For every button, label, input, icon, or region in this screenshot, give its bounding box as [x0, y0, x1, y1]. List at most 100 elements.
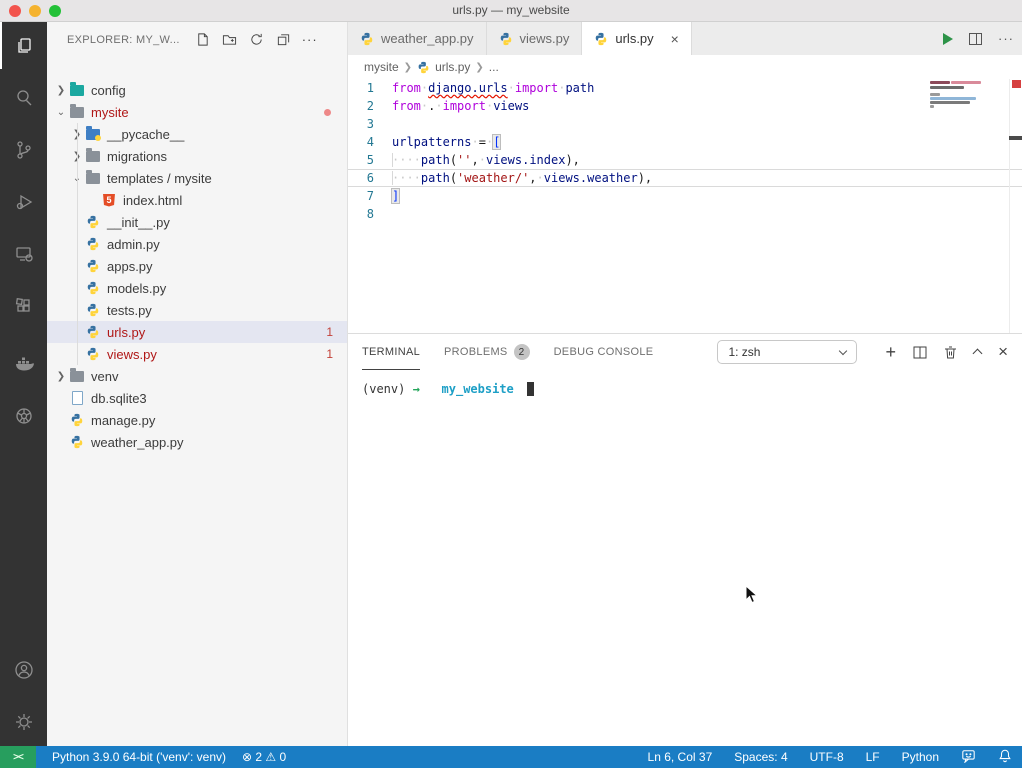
breadcrumb-symbol[interactable]: ... — [489, 60, 499, 74]
refresh-icon[interactable] — [248, 31, 266, 49]
source-control-icon[interactable] — [0, 126, 47, 173]
chevron-right-icon: ❯ — [53, 85, 69, 96]
tab-close-icon[interactable]: × — [671, 31, 679, 47]
python-file-icon — [417, 61, 430, 74]
problems-count-badge: 1 — [326, 347, 333, 361]
tree-item-mysite[interactable]: ⌄ mysite — [47, 101, 347, 123]
bottom-panel: TERMINAL PROBLEMS2 DEBUG CONSOLE 1: zsh … — [348, 333, 1022, 746]
indentation[interactable]: Spaces: 4 — [734, 750, 787, 764]
feedback-icon[interactable] — [961, 749, 976, 766]
mouse-cursor — [745, 585, 759, 610]
tree-item-init-py[interactable]: __init__.py — [47, 211, 347, 233]
folder-icon — [85, 170, 101, 186]
new-terminal-icon[interactable]: + — [886, 342, 897, 363]
tree-item-weather-app-py[interactable]: weather_app.py — [47, 431, 347, 453]
terminal[interactable]: (venv) → my_website — [362, 382, 534, 396]
code-line: 4 urlpatterns·=·[ — [348, 133, 1022, 151]
terminal-cursor — [527, 382, 534, 396]
python-file-icon — [360, 32, 374, 46]
minimap[interactable] — [930, 79, 1008, 123]
chevron-down-icon: ⌄ — [53, 107, 69, 118]
tab-views-py[interactable]: views.py — [487, 22, 583, 55]
html-icon: 5 — [101, 192, 117, 208]
tree-item-admin-py[interactable]: admin.py — [47, 233, 347, 255]
breadcrumb-separator: ❯ — [475, 62, 483, 73]
tab-debug-console[interactable]: DEBUG CONSOLE — [554, 334, 654, 370]
tree-item-index-html[interactable]: 5 index.html — [47, 189, 347, 211]
tree-item-migrations[interactable]: ❯ migrations — [47, 145, 347, 167]
remote-explorer-icon[interactable] — [0, 230, 47, 277]
python-file-icon — [69, 434, 85, 450]
extensions-icon[interactable] — [0, 282, 47, 329]
split-editor-icon[interactable] — [969, 33, 982, 45]
python-file-icon — [85, 324, 101, 340]
breadcrumb: mysite ❯ urls.py ❯ ... — [348, 55, 1022, 79]
folder-icon — [69, 104, 85, 120]
eol-sequence[interactable]: LF — [866, 750, 880, 764]
tree-item-templates-mysite[interactable]: ⌄ templates / mysite — [47, 167, 347, 189]
tree-item-tests-py[interactable]: tests.py — [47, 299, 347, 321]
explorer-title: EXPLORER: MY_W... — [67, 34, 180, 46]
accounts-icon[interactable] — [0, 646, 47, 693]
code-editor[interactable]: 1 from·django.urls·import·path 2 from·.·… — [348, 79, 1022, 356]
kubernetes-icon[interactable] — [0, 392, 47, 439]
panel-header: TERMINAL PROBLEMS2 DEBUG CONSOLE 1: zsh … — [348, 334, 1022, 370]
cursor-position[interactable]: Ln 6, Col 37 — [648, 750, 713, 764]
search-icon[interactable] — [0, 74, 47, 121]
python-file-icon — [85, 236, 101, 252]
tree-item-urls-py[interactable]: urls.py 1 — [47, 321, 347, 343]
tree-item-pycache[interactable]: ❯ __pycache__ — [47, 123, 347, 145]
tab-weather-app-py[interactable]: weather_app.py — [348, 22, 487, 55]
activity-bar — [0, 22, 47, 746]
tree-item-models-py[interactable]: models.py — [47, 277, 347, 299]
collapse-folders-icon[interactable] — [275, 31, 293, 49]
kill-terminal-icon[interactable] — [944, 345, 957, 359]
code-line-current: 6 ····path('weather/',·views.weather), — [348, 169, 1022, 187]
editor-group: weather_app.py views.py urls.py × ··· my… — [347, 22, 1022, 746]
run-button[interactable] — [943, 33, 953, 45]
docker-icon[interactable] — [0, 340, 47, 387]
python-file-icon — [594, 32, 608, 46]
folder-icon — [85, 148, 101, 164]
tree-item-manage-py[interactable]: manage.py — [47, 409, 347, 431]
breadcrumb-folder[interactable]: mysite — [364, 60, 399, 74]
settings-gear-icon[interactable] — [0, 698, 47, 745]
modified-dot-badge — [324, 109, 331, 116]
tab-problems[interactable]: PROBLEMS2 — [444, 334, 530, 370]
error-marker — [1012, 80, 1021, 88]
tree-item-venv[interactable]: ❯ venv — [47, 365, 347, 387]
tab-terminal[interactable]: TERMINAL — [362, 334, 420, 370]
shell-select[interactable]: 1: zsh — [717, 340, 857, 364]
maximize-panel-icon[interactable] — [974, 347, 981, 357]
problems-count-badge: 1 — [326, 325, 333, 339]
chevron-down-icon — [839, 346, 847, 354]
close-panel-icon[interactable]: × — [998, 342, 1008, 362]
tree-item-views-py[interactable]: views.py 1 — [47, 343, 347, 365]
remote-indicator[interactable]: >< — [0, 746, 36, 768]
breadcrumb-file[interactable]: urls.py — [435, 60, 470, 74]
new-folder-icon[interactable] — [221, 31, 239, 49]
chevron-right-icon: ❯ — [53, 371, 69, 382]
language-mode[interactable]: Python — [902, 750, 939, 764]
encoding[interactable]: UTF-8 — [810, 750, 844, 764]
problems-summary[interactable]: ⊗ 2 ⚠ 0 — [242, 750, 286, 764]
editor-more-actions-icon[interactable]: ··· — [998, 31, 1014, 46]
explorer-icon[interactable] — [0, 22, 47, 69]
explorer-more-actions-icon[interactable]: ··· — [302, 32, 318, 47]
code-line: 8 — [348, 205, 1022, 223]
python-interpreter[interactable]: Python 3.9.0 64-bit ('venv': venv) — [52, 750, 226, 764]
window-title: urls.py — my_website — [0, 3, 1022, 17]
tab-urls-py[interactable]: urls.py × — [582, 22, 691, 55]
notifications-bell-icon[interactable] — [998, 748, 1012, 766]
tree-item-db-sqlite3[interactable]: db.sqlite3 — [47, 387, 347, 409]
python-file-icon — [85, 214, 101, 230]
new-file-icon[interactable] — [194, 31, 212, 49]
tree-item-config[interactable]: ❯ config — [47, 79, 347, 101]
split-terminal-icon[interactable] — [913, 346, 927, 359]
folder-icon — [69, 368, 85, 384]
run-debug-icon[interactable] — [0, 178, 47, 225]
tree-item-apps-py[interactable]: apps.py — [47, 255, 347, 277]
cursor-marker — [1009, 136, 1022, 140]
title-bar: urls.py — my_website — [0, 0, 1022, 22]
python-file-icon — [85, 346, 101, 362]
